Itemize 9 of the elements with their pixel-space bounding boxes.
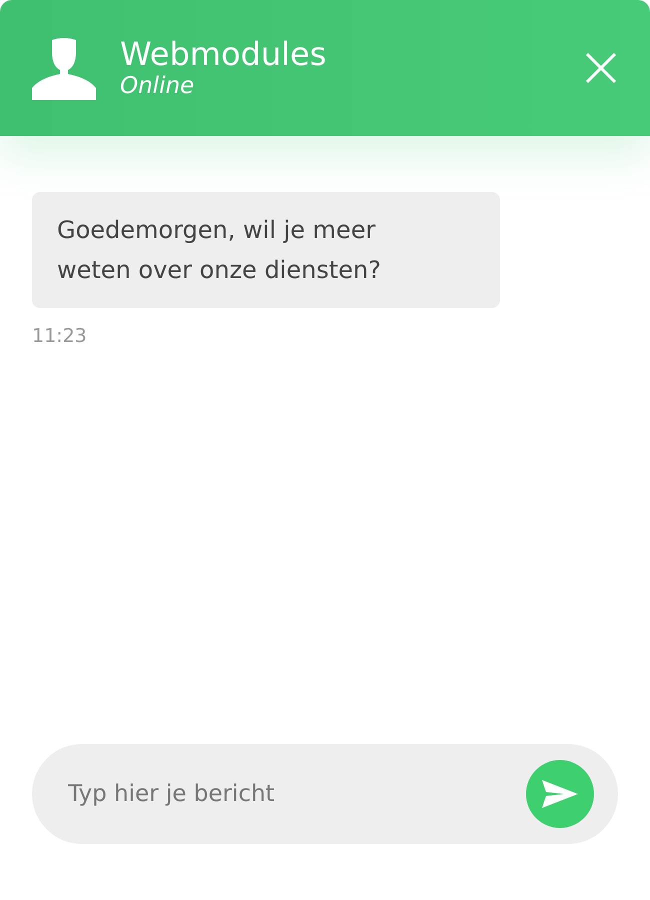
message-time: 11:23 xyxy=(32,324,88,349)
close-button[interactable] xyxy=(584,51,618,85)
message-bubble: Goedemorgen, wil je meer weten over onze diensten? xyxy=(32,192,500,308)
status-text: Online xyxy=(120,73,196,101)
avatar-icon xyxy=(32,36,96,100)
message-field[interactable]: Typ hier je bericht xyxy=(32,744,618,844)
chat-title: Webmodules xyxy=(120,35,328,74)
send-icon xyxy=(542,780,578,808)
close-icon xyxy=(586,53,616,83)
